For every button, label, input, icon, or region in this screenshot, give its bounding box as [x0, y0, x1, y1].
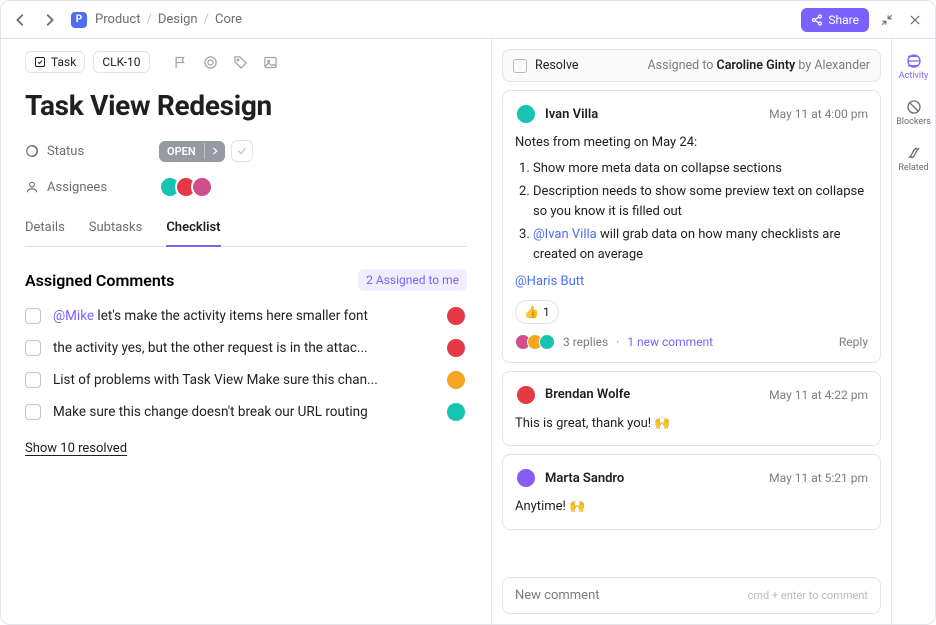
- resolve-meta: Assigned to Caroline Ginty by Alexander: [648, 58, 870, 73]
- resolve-label: Resolve: [535, 58, 579, 73]
- nav-forward[interactable]: [39, 10, 59, 30]
- sprint-icon[interactable]: [200, 51, 222, 73]
- assigned-to-me-badge[interactable]: 2 Assigned to me: [358, 269, 467, 291]
- mention-link[interactable]: @Haris Butt: [515, 274, 584, 289]
- side-rail: Activity Blockers Related: [891, 39, 935, 624]
- flag-icon[interactable]: [170, 51, 192, 73]
- comment-author: Marta Sandro: [545, 471, 624, 486]
- close-icon[interactable]: [905, 10, 925, 30]
- avatar: [515, 467, 537, 489]
- nav-back[interactable]: [11, 10, 31, 30]
- assignee-avatars[interactable]: [159, 176, 213, 198]
- complete-toggle[interactable]: [231, 140, 253, 162]
- topbar: P Product/ Design/ Core Share: [1, 1, 935, 39]
- tab-details[interactable]: Details: [25, 212, 65, 246]
- image-icon[interactable]: [260, 51, 282, 73]
- task-id-chip[interactable]: CLK-10: [93, 51, 149, 73]
- comment-footer: 3 replies · 1 new comment Reply: [515, 334, 868, 350]
- avatar: [445, 401, 467, 423]
- comment-timestamp: May 11 at 5:21 pm: [769, 471, 868, 485]
- activity-panel: Resolve Assigned to Caroline Ginty by Al…: [491, 39, 891, 624]
- avatar: [445, 369, 467, 391]
- reply-avatars: [515, 334, 555, 350]
- comment-card: Ivan Villa May 11 at 4:00 pm Notes from …: [502, 90, 881, 363]
- breadcrumb-item[interactable]: Design: [158, 12, 198, 27]
- status-next-icon[interactable]: [204, 143, 225, 159]
- checkbox[interactable]: [25, 404, 41, 420]
- resolve-checkbox[interactable]: [513, 59, 527, 73]
- breadcrumb: Product/ Design/ Core: [95, 12, 242, 27]
- reaction-chip[interactable]: 👍1: [515, 300, 559, 324]
- resolve-bar: Resolve Assigned to Caroline Ginty by Al…: [502, 49, 881, 82]
- list-item: @Mike let's make the activity items here…: [25, 305, 467, 327]
- comment-card: Marta Sandro May 11 at 5:21 pm Anytime! …: [502, 454, 881, 530]
- status-pill[interactable]: OPEN: [159, 141, 225, 162]
- comment-author: Brendan Wolfe: [545, 387, 630, 402]
- status-row: Status OPEN: [25, 140, 467, 162]
- avatar: [515, 384, 537, 406]
- avatar: [445, 305, 467, 327]
- rail-activity[interactable]: Activity: [892, 45, 935, 89]
- checkbox[interactable]: [25, 340, 41, 356]
- reply-button[interactable]: Reply: [839, 335, 868, 349]
- checkbox[interactable]: [25, 308, 41, 324]
- breadcrumb-item[interactable]: Product: [95, 12, 140, 27]
- project-icon: P: [71, 12, 87, 28]
- assignees-label: Assignees: [25, 180, 145, 195]
- rail-blockers[interactable]: Blockers: [892, 91, 935, 135]
- list-item: List of problems with Task View Make sur…: [25, 369, 467, 391]
- comment-timestamp: May 11 at 4:00 pm: [769, 107, 868, 121]
- comment-card: Brendan Wolfe May 11 at 4:22 pm This is …: [502, 371, 881, 447]
- show-resolved-link[interactable]: Show 10 resolved: [25, 441, 467, 456]
- comment-timestamp: May 11 at 4:22 pm: [769, 388, 868, 402]
- status-label: Status: [25, 144, 145, 159]
- page-title: Task View Redesign: [25, 89, 467, 122]
- comment-author: Ivan Villa: [545, 107, 598, 122]
- list-item: the activity yes, but the other request …: [25, 337, 467, 359]
- avatar: [191, 176, 213, 198]
- tag-icon[interactable]: [230, 51, 252, 73]
- rail-related[interactable]: Related: [892, 137, 935, 181]
- avatar: [515, 103, 537, 125]
- tab-bar: Details Subtasks Checklist: [25, 212, 467, 247]
- checkbox[interactable]: [25, 372, 41, 388]
- assigned-comments-title: Assigned Comments: [25, 271, 174, 290]
- task-type-chip[interactable]: Task: [25, 51, 85, 73]
- list-item: Make sure this change doesn't break our …: [25, 401, 467, 423]
- avatar: [445, 337, 467, 359]
- share-button[interactable]: Share: [801, 8, 869, 32]
- composer-hint: cmd + enter to comment: [748, 589, 868, 602]
- tab-subtasks[interactable]: Subtasks: [89, 212, 143, 246]
- collapse-icon[interactable]: [877, 10, 897, 30]
- task-chipbar: Task CLK-10: [25, 51, 467, 73]
- breadcrumb-item[interactable]: Core: [215, 12, 242, 27]
- assigned-comments-list: @Mike let's make the activity items here…: [25, 305, 467, 423]
- assignees-row: Assignees: [25, 176, 467, 198]
- new-comment-link[interactable]: 1 new comment: [627, 335, 713, 349]
- composer-placeholder: New comment: [515, 588, 600, 603]
- tab-checklist[interactable]: Checklist: [166, 212, 220, 247]
- comment-composer[interactable]: New comment cmd + enter to comment: [502, 577, 881, 614]
